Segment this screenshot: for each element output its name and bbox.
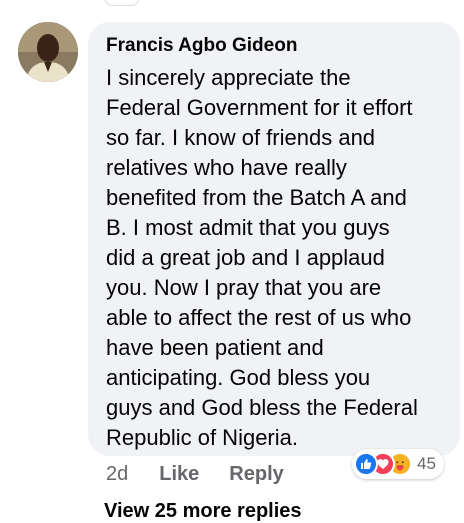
comment-text: I sincerely appreciate the Federal Gover… — [106, 65, 418, 450]
comment-actions: 2d Like Reply — [106, 462, 314, 486]
comment-timestamp[interactable]: 2d — [106, 462, 128, 486]
reaction-count: 45 — [417, 454, 436, 473]
view-more-replies-link[interactable]: View 25 more replies — [104, 500, 302, 523]
like-button[interactable]: Like — [159, 462, 199, 486]
previous-reactions-stub — [104, 0, 140, 6]
comment-bubble: Francis Agbo Gideon I sincerely apprecia… — [88, 22, 460, 456]
reply-button[interactable]: Reply — [229, 462, 283, 486]
avatar[interactable] — [18, 22, 78, 82]
comment-author[interactable]: Francis Agbo Gideon — [106, 35, 448, 57]
like-icon — [354, 452, 378, 476]
reactions-summary[interactable]: 45 — [352, 449, 444, 479]
